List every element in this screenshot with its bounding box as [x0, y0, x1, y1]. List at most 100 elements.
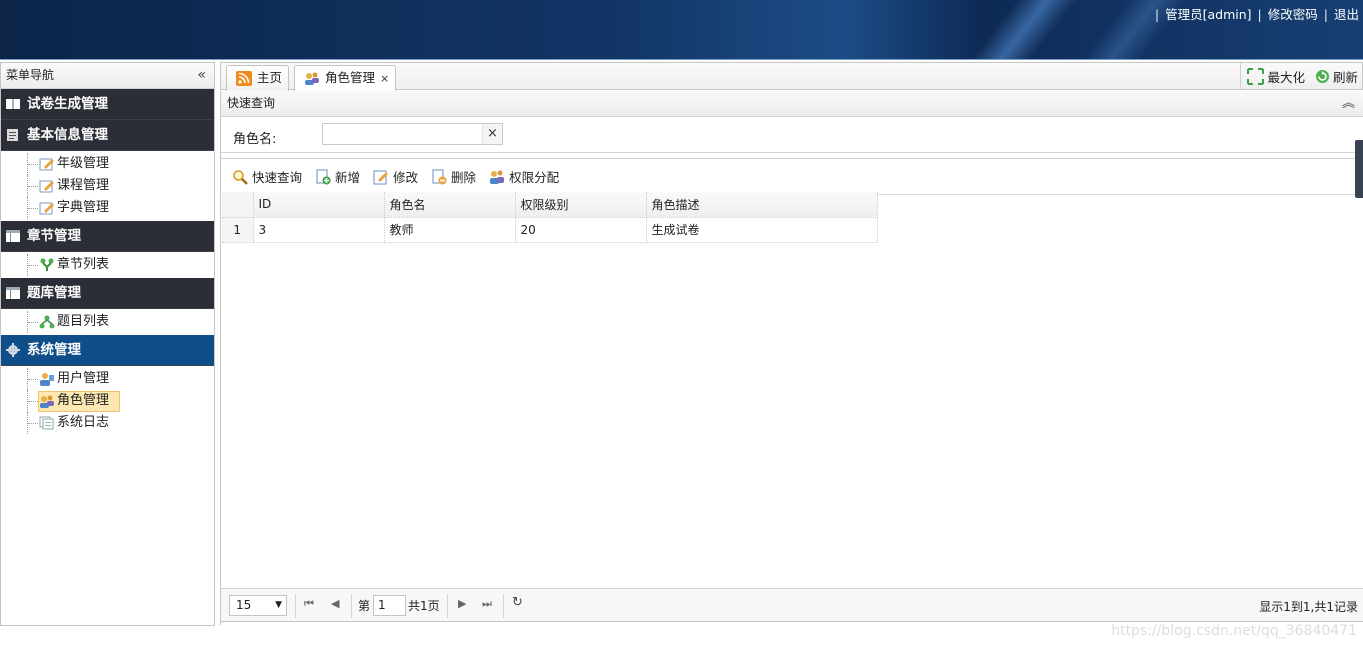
refresh-icon [1315, 69, 1329, 83]
watermark: https://blog.csdn.net/qq_36840471 [1111, 623, 1357, 639]
sidebar-group-system[interactable]: 系统管理 [1, 335, 214, 366]
hierarchy-icon [39, 315, 55, 329]
last-page-icon[interactable]: ⏭ [482, 597, 492, 611]
column-header-id[interactable]: ID [253, 192, 385, 218]
previous-page-icon[interactable]: ◀ [331, 597, 339, 610]
header-links: | 管理员[admin] | 修改密码 | 退出 [1154, 7, 1359, 22]
column-header-role-name[interactable]: 角色名 [384, 192, 516, 218]
tab-role-management[interactable]: 角色管理 × [294, 65, 397, 92]
row-number: 1 [222, 217, 254, 243]
row-number-header [222, 192, 254, 218]
maximize-icon [1247, 67, 1265, 85]
quick-query-header: 快速查询 ︽ [221, 91, 1363, 117]
rss-icon [236, 71, 252, 86]
add-icon [316, 169, 331, 184]
search-icon [233, 169, 248, 185]
tab-home[interactable]: 主页 [226, 65, 290, 91]
close-tab-icon[interactable]: × [380, 72, 389, 85]
main-panel: 快速查询 ︽ 角色名: × 快速查询 新增 修改 删除 权限分配 ID 角色名 … [220, 91, 1363, 625]
sidebar-item-role-management[interactable]: 角色管理 [1, 390, 214, 412]
page-size-select[interactable]: 15 ▼ [229, 595, 287, 616]
pagination-bar: 15 ▼ ⏮ ◀ 第 1 共1页 ▶ ⏭ ↻ 显示1到1,共1记录 [220, 588, 1363, 622]
grid-header-row: ID 角色名 权限级别 角色描述 [222, 192, 878, 218]
cell-role-name: 教师 [384, 217, 516, 243]
admin-user-link[interactable]: 管理员[admin] [1165, 7, 1251, 22]
sidebar-item-dictionary[interactable]: 字典管理 [1, 197, 214, 219]
question-bank-items: 题目列表 [1, 309, 214, 335]
first-page-icon[interactable]: ⏮ [304, 597, 314, 611]
book-icon [6, 99, 20, 109]
dropdown-arrow-icon: ▼ [275, 600, 282, 610]
maximize-button[interactable]: 最大化 [1247, 67, 1305, 86]
divider [503, 594, 504, 618]
sidebar-group-basic-info[interactable]: 基本信息管理 [1, 120, 214, 151]
sidebar: 菜单导航 « 试卷生成管理 基本信息管理 年级管理 课程管理 字典管理 章节管理… [0, 62, 215, 626]
sidebar-group-exam[interactable]: 试卷生成管理 [1, 89, 214, 120]
cell-id: 3 [253, 217, 385, 243]
log-icon [39, 416, 54, 430]
sidebar-item-user-management[interactable]: 用户管理 [1, 368, 214, 390]
collapse-sidebar-icon[interactable]: « [197, 63, 206, 88]
divider [295, 594, 296, 618]
tab-bar: 主页 角色管理 × 最大化 刷新 [220, 62, 1363, 92]
page-prefix: 第 [358, 599, 371, 613]
change-password-link[interactable]: 修改密码 [1268, 7, 1318, 22]
sidebar-item-question-list[interactable]: 题目列表 [1, 311, 214, 333]
app-header: | 管理员[admin] | 修改密码 | 退出 [0, 0, 1363, 60]
header-decoration [947, 0, 1093, 59]
divider [351, 594, 352, 618]
reload-icon[interactable]: ↻ [512, 595, 523, 610]
add-button[interactable]: 新增 [315, 167, 360, 186]
next-page-icon[interactable]: ▶ [458, 597, 466, 610]
chapter-items: 章节列表 [1, 252, 214, 278]
sidebar-item-chapter-list[interactable]: 章节列表 [1, 254, 214, 276]
cell-role-description: 生成试卷 [646, 217, 878, 243]
page-number-input[interactable]: 1 [373, 595, 406, 616]
system-items: 用户管理 角色管理 系统日志 [1, 366, 214, 436]
table-icon [6, 287, 20, 299]
edit-button[interactable]: 修改 [373, 167, 418, 186]
table-row[interactable]: 1 3 教师 20 生成试卷 [222, 217, 878, 243]
grid-toolbar: 快速查询 新增 修改 删除 权限分配 [221, 159, 1363, 195]
sidebar-group-question-bank[interactable]: 题库管理 [1, 278, 214, 309]
sidebar-title: 菜单导航 « [1, 63, 214, 89]
role-name-label: 角色名: [233, 132, 277, 147]
delete-icon [432, 169, 447, 184]
edit-icon [373, 170, 389, 184]
record-info: 显示1到1,共1记录 [1259, 600, 1358, 614]
basic-info-items: 年级管理 课程管理 字典管理 [1, 151, 214, 221]
role-name-input[interactable] [323, 124, 481, 144]
quick-query-form: 角色名: × [221, 117, 1363, 153]
edit-icon [39, 158, 54, 171]
divider [447, 594, 448, 618]
assign-permissions-button[interactable]: 权限分配 [489, 167, 559, 186]
sidebar-group-chapter[interactable]: 章节管理 [1, 221, 214, 252]
logout-link[interactable]: 退出 [1334, 7, 1359, 22]
user-icon [40, 373, 54, 386]
clear-icon[interactable]: × [482, 124, 502, 144]
role-name-field: × [322, 123, 503, 145]
tab-tools: 最大化 刷新 [1240, 63, 1362, 89]
sidebar-item-system-log[interactable]: 系统日志 [1, 412, 214, 434]
cell-permission-level: 20 [515, 217, 647, 243]
edit-icon [39, 180, 54, 193]
column-header-role-description[interactable]: 角色描述 [646, 192, 878, 218]
quick-search-button[interactable]: 快速查询 [232, 167, 302, 186]
side-scroll-handle[interactable] [1355, 140, 1363, 198]
role-grid: ID 角色名 权限级别 角色描述 1 3 教师 20 生成试卷 [222, 192, 878, 243]
edit-icon [39, 202, 54, 215]
branch-icon [40, 258, 54, 271]
fold-up-icon[interactable]: ︽ [1342, 91, 1355, 116]
sidebar-item-course[interactable]: 课程管理 [1, 175, 214, 197]
document-icon [7, 129, 18, 141]
delete-button[interactable]: 删除 [431, 167, 476, 186]
users-icon [305, 72, 319, 85]
refresh-button[interactable]: 刷新 [1315, 67, 1358, 86]
total-pages: 共1页 [408, 599, 440, 613]
table-icon [6, 230, 20, 242]
column-header-permission-level[interactable]: 权限级别 [515, 192, 647, 218]
users-icon [490, 170, 505, 184]
users-icon [40, 395, 54, 408]
gear-icon [6, 343, 20, 357]
sidebar-item-grade[interactable]: 年级管理 [1, 153, 214, 175]
